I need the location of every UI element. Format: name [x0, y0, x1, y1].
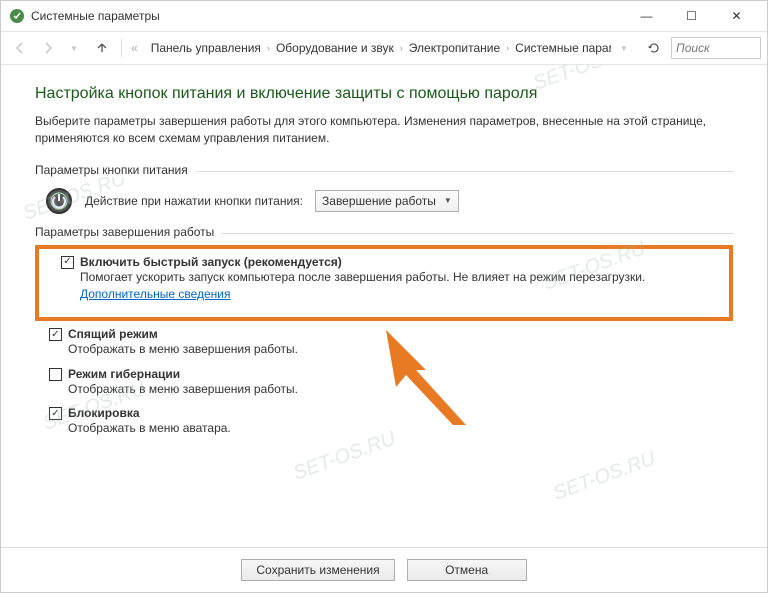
- breadcrumb-dropdown[interactable]: ▼: [611, 35, 637, 61]
- section-power-button: Параметры кнопки питания: [35, 163, 733, 177]
- sleep-label: Спящий режим: [68, 327, 158, 341]
- refresh-button[interactable]: [643, 37, 665, 59]
- hibernate-label: Режим гибернации: [68, 367, 180, 381]
- nav-back[interactable]: [7, 35, 33, 61]
- fast-startup-link[interactable]: Дополнительные сведения: [80, 287, 230, 301]
- power-icon: [45, 187, 73, 215]
- lock-label: Блокировка: [68, 406, 140, 420]
- nav-forward[interactable]: [35, 35, 61, 61]
- arrow-up-icon: [95, 41, 109, 55]
- breadcrumb[interactable]: « Панель управления › Оборудование и зву…: [128, 40, 611, 56]
- navbar: ▼ « Панель управления › Оборудование и з…: [1, 31, 767, 65]
- chevron-down-icon: ▼: [444, 196, 452, 205]
- content-area: Настройка кнопок питания и включение защ…: [1, 65, 767, 547]
- window-title: Системные параметры: [31, 9, 624, 23]
- lock-checkbox[interactable]: [49, 407, 62, 420]
- hibernate-desc: Отображать в меню завершения работы.: [68, 381, 733, 398]
- titlebar: Системные параметры — ☐ ✕: [1, 1, 767, 31]
- lock-desc: Отображать в меню аватара.: [68, 420, 733, 437]
- page-description: Выберите параметры завершения работы для…: [35, 113, 733, 147]
- page-title: Настройка кнопок питания и включение защ…: [35, 85, 733, 103]
- nav-divider: [121, 38, 122, 58]
- nav-history[interactable]: ▼: [61, 35, 87, 61]
- minimize-button[interactable]: —: [624, 1, 669, 31]
- crumb-hardware[interactable]: Оборудование и звук: [270, 41, 400, 55]
- fast-startup-highlight: Включить быстрый запуск (рекомендуется) …: [35, 245, 733, 322]
- footer: Сохранить изменения Отмена: [1, 548, 767, 592]
- refresh-icon: [647, 41, 661, 55]
- nav-up[interactable]: [89, 35, 115, 61]
- search-input[interactable]: [671, 37, 761, 59]
- arrow-right-icon: [41, 41, 55, 55]
- crumb-control-panel[interactable]: Панель управления: [145, 41, 267, 55]
- crumb-power[interactable]: Электропитание: [403, 41, 506, 55]
- system-icon: [9, 8, 25, 24]
- sleep-desc: Отображать в меню завершения работы.: [68, 341, 733, 358]
- hibernate-checkbox[interactable]: [49, 368, 62, 381]
- arrow-left-icon: [13, 41, 27, 55]
- save-button[interactable]: Сохранить изменения: [241, 559, 394, 581]
- maximize-button[interactable]: ☐: [669, 1, 714, 31]
- crumb-overflow-left[interactable]: «: [128, 41, 141, 55]
- power-action-label: Действие при нажатии кнопки питания:: [85, 194, 303, 208]
- sleep-checkbox[interactable]: [49, 328, 62, 341]
- power-action-value: Завершение работы: [322, 194, 436, 208]
- fast-startup-checkbox[interactable]: [61, 256, 74, 269]
- power-action-select[interactable]: Завершение работы ▼: [315, 190, 459, 212]
- section-shutdown: Параметры завершения работы: [35, 225, 733, 239]
- close-button[interactable]: ✕: [714, 1, 759, 31]
- crumb-system-params[interactable]: Системные параметры: [509, 41, 611, 55]
- cancel-button[interactable]: Отмена: [407, 559, 527, 581]
- fast-startup-label: Включить быстрый запуск (рекомендуется): [80, 255, 342, 269]
- watermark: SET-OS.RU: [550, 447, 658, 505]
- window-controls: — ☐ ✕: [624, 1, 759, 31]
- fast-startup-desc: Помогает ускорить запуск компьютера посл…: [80, 270, 645, 284]
